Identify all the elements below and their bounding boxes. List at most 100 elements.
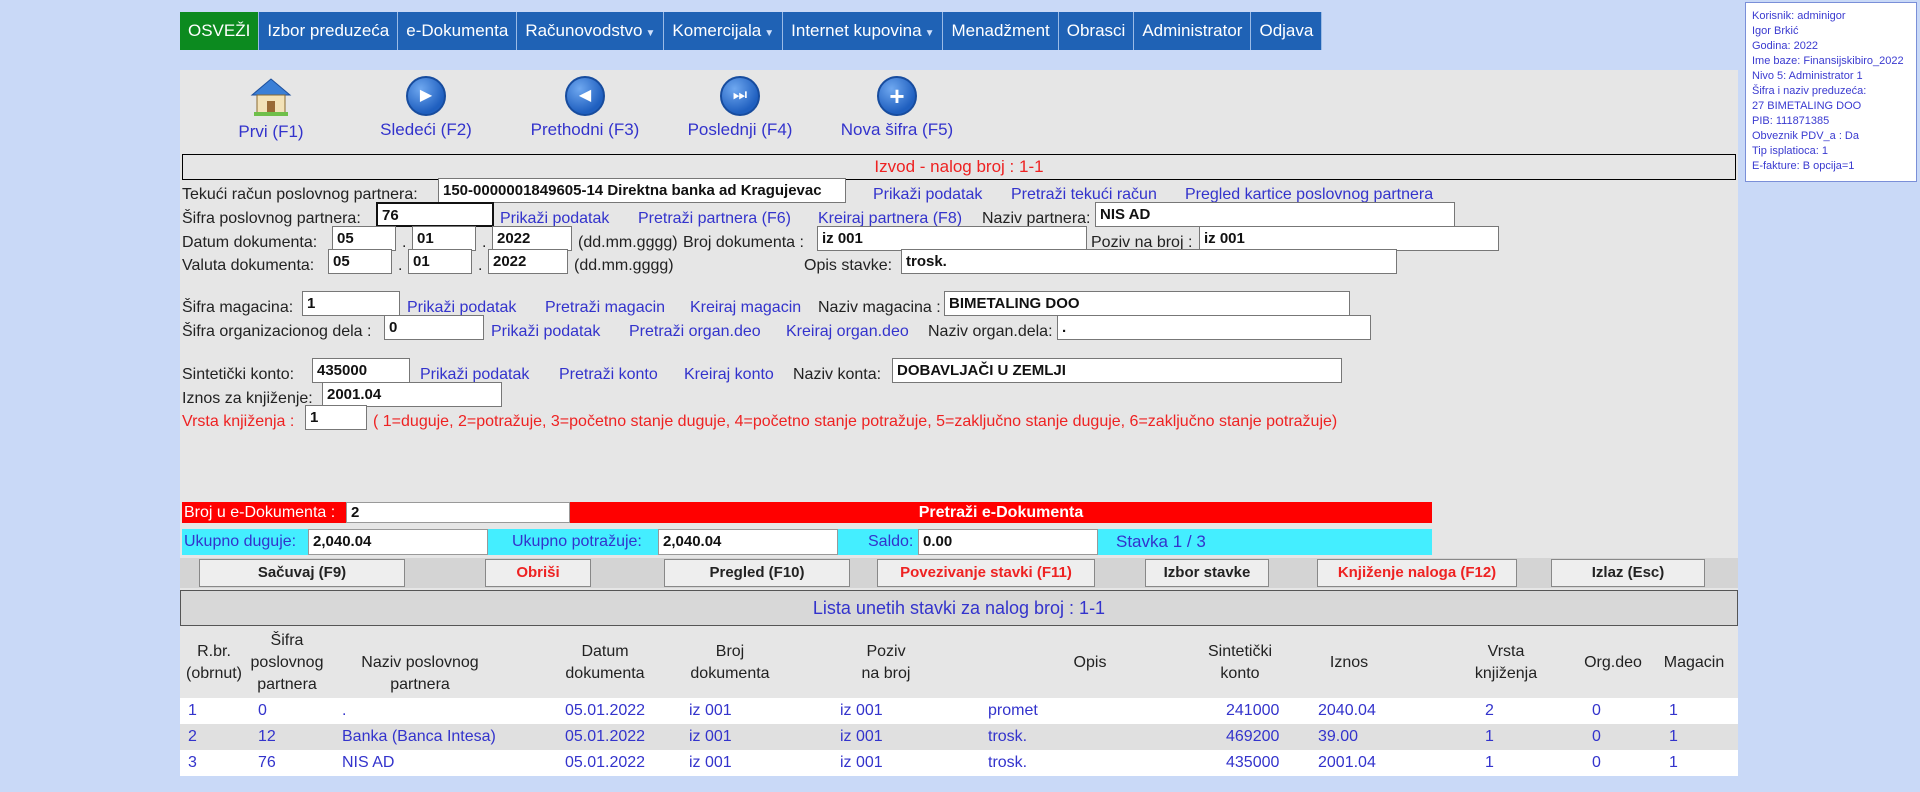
nav-forms[interactable]: Obrasci: [1058, 12, 1135, 50]
search-account-link[interactable]: Pretraži konto: [559, 366, 658, 384]
cell-reference: iz 001: [840, 754, 883, 771]
create-account-link[interactable]: Kreiraj konto: [684, 366, 774, 384]
table-row[interactable]: 2 12 Banka (Banca Intesa) 05.01.2022 iz …: [180, 724, 1738, 750]
info-line: Igor Brkić: [1752, 25, 1799, 37]
item-description-input[interactable]: trosk.: [901, 249, 1397, 274]
item-description-label: Opis stavke:: [804, 257, 893, 274]
account-name-input[interactable]: DOBAVLJAČI U ZEMLJI: [892, 358, 1342, 383]
search-org-unit-link[interactable]: Pretraži organ.deo: [629, 323, 761, 341]
cell-description: promet: [988, 702, 1038, 719]
col-header-doc-number: Broj dokumenta: [690, 643, 770, 682]
date-separator: .: [402, 234, 407, 251]
account-input[interactable]: 435000: [312, 358, 410, 383]
warehouse-code-label: Šifra magacina:: [182, 299, 294, 316]
col-header-org-unit: Org.deo: [1584, 654, 1642, 671]
table-row[interactable]: 1 0 . 05.01.2022 iz 001 iz 001 promet 24…: [180, 698, 1738, 724]
edoc-number-input[interactable]: 2: [346, 502, 570, 523]
cell-amount: 2040.04: [1318, 702, 1376, 719]
create-warehouse-link[interactable]: Kreiraj magacin: [690, 299, 801, 317]
account-name-label: Naziv konta:: [793, 366, 882, 383]
col-header-description: Opis: [1073, 654, 1107, 671]
search-partner-link[interactable]: Pretraži partnera (F6): [638, 210, 791, 228]
document-date-month[interactable]: 01: [412, 226, 476, 251]
review-button[interactable]: Pregled (F10): [664, 559, 850, 587]
balance-value: 0.00: [918, 529, 1098, 555]
delete-button[interactable]: Obriši: [485, 559, 591, 587]
partner-code-input[interactable]: 76: [376, 202, 494, 227]
org-unit-code-label: Šifra organizacionog dela :: [182, 323, 372, 340]
cell-account: 435000: [1226, 754, 1280, 771]
user-info-box: Korisnik: adminigor Igor Brkić Godina: 2…: [1745, 2, 1917, 182]
select-item-button[interactable]: Izbor stavke: [1145, 559, 1269, 587]
org-unit-name-input[interactable]: .: [1057, 315, 1371, 340]
date-separator: .: [482, 234, 487, 251]
cell-rbr: 2: [188, 728, 197, 745]
save-button[interactable]: Sačuvaj (F9): [199, 559, 405, 587]
col-header-rbr: R.br. (obrnut): [185, 643, 243, 682]
search-warehouse-link[interactable]: Pretraži magacin: [545, 299, 665, 317]
info-line: E-fakture: B opcija=1: [1752, 160, 1855, 172]
info-line: PIB: 111871385: [1752, 115, 1830, 127]
document-date-year[interactable]: 2022: [492, 226, 572, 251]
search-edoc-button[interactable]: Pretraži e-Dokumenta: [570, 502, 1432, 523]
cell-partner-code: 76: [258, 754, 276, 771]
amount-input[interactable]: 2001.04: [322, 382, 502, 407]
next-record-button[interactable]: ▶ Sledeći (F2): [366, 76, 486, 140]
due-date-label: Valuta dokumenta:: [182, 257, 315, 274]
bank-account-input[interactable]: 150-0000001849605-14 Direktna banka ad K…: [438, 178, 846, 203]
warehouse-code-input[interactable]: 1: [302, 291, 400, 316]
nav-company-select[interactable]: Izbor preduzeća: [259, 12, 399, 50]
nav-accounting[interactable]: Računovodstvo ▼: [517, 12, 665, 50]
cell-account: 469200: [1226, 728, 1280, 745]
warehouse-name-label: Naziv magacina :: [818, 299, 941, 316]
table-body: 1 0 . 05.01.2022 iz 001 iz 001 promet 24…: [180, 698, 1738, 776]
nav-internet-shopping[interactable]: Internet kupovina ▼: [783, 12, 944, 50]
posting-type-help: ( 1=duguje, 2=potražuje, 3=početno stanj…: [373, 413, 1338, 430]
nav-logout[interactable]: Odjava: [1251, 12, 1323, 50]
document-date-day[interactable]: 05: [332, 226, 396, 251]
cell-warehouse: 1: [1669, 754, 1678, 771]
table-row[interactable]: 3 76 NIS AD 05.01.2022 iz 001 iz 001 tro…: [180, 750, 1738, 776]
show-data-link[interactable]: Prikaži podatak: [491, 323, 600, 341]
play-icon: ▶: [406, 76, 446, 116]
nav-management[interactable]: Menadžment: [943, 12, 1059, 50]
reference-number-input[interactable]: iz 001: [1199, 226, 1499, 251]
nav-internet-shopping-label: Internet kupovina: [791, 21, 922, 40]
nav-administrator[interactable]: Administrator: [1134, 12, 1252, 50]
nav-accounting-label: Računovodstvo: [525, 21, 643, 40]
nav-commercial[interactable]: Komercijala ▼: [664, 12, 784, 50]
cell-posting-type: 1: [1485, 728, 1494, 745]
cell-date: 05.01.2022: [565, 754, 646, 771]
cell-amount: 2001.04: [1318, 754, 1376, 771]
post-order-button[interactable]: Knjiženje naloga (F12): [1317, 559, 1517, 587]
due-date-day[interactable]: 05: [328, 249, 392, 274]
posting-type-input[interactable]: 1: [305, 405, 367, 430]
due-date-year[interactable]: 2022: [488, 249, 568, 274]
fast-forward-icon: ⏭: [720, 76, 760, 116]
exit-button[interactable]: Izlaz (Esc): [1551, 559, 1705, 587]
partner-name-input[interactable]: NIS AD: [1095, 202, 1455, 227]
due-date-month[interactable]: 01: [408, 249, 472, 274]
date-format-hint: (dd.mm.gggg): [574, 257, 674, 274]
org-unit-code-input[interactable]: 0: [384, 315, 484, 340]
nav-e-documents[interactable]: e-Dokumenta: [398, 12, 518, 50]
show-data-link[interactable]: Prikaži podatak: [873, 186, 982, 204]
new-code-button[interactable]: + Nova šifra (F5): [822, 76, 972, 140]
warehouse-name-input[interactable]: BIMETALING DOO: [944, 291, 1350, 316]
link-items-button[interactable]: Povezivanje stavki (F11): [877, 559, 1095, 587]
totals-bar: Ukupno duguje: 2,040.04 Ukupno potražuje…: [182, 529, 1432, 555]
col-header-warehouse: Magacin: [1663, 654, 1725, 671]
form-title: Izvod - nalog broj : 1-1: [182, 154, 1736, 180]
last-record-button[interactable]: ⏭ Poslednji (F4): [670, 76, 810, 140]
table-header: R.br. (obrnut) Šifra poslovnog partnera …: [180, 628, 1738, 698]
document-number-input[interactable]: iz 001: [817, 226, 1087, 251]
previous-record-button[interactable]: ◀ Prethodni (F3): [510, 76, 660, 140]
first-record-button[interactable]: Prvi (F1): [218, 76, 324, 142]
cell-doc-number: iz 001: [689, 702, 732, 719]
nav-refresh[interactable]: OSVEŽI: [180, 12, 260, 50]
date-separator: .: [398, 257, 403, 274]
total-credit-label: Ukupno potražuje:: [512, 533, 642, 550]
cell-doc-number: iz 001: [689, 754, 732, 771]
info-line: Šifra i naziv preduzeća:: [1752, 85, 1867, 97]
create-org-unit-link[interactable]: Kreiraj organ.deo: [786, 323, 909, 341]
